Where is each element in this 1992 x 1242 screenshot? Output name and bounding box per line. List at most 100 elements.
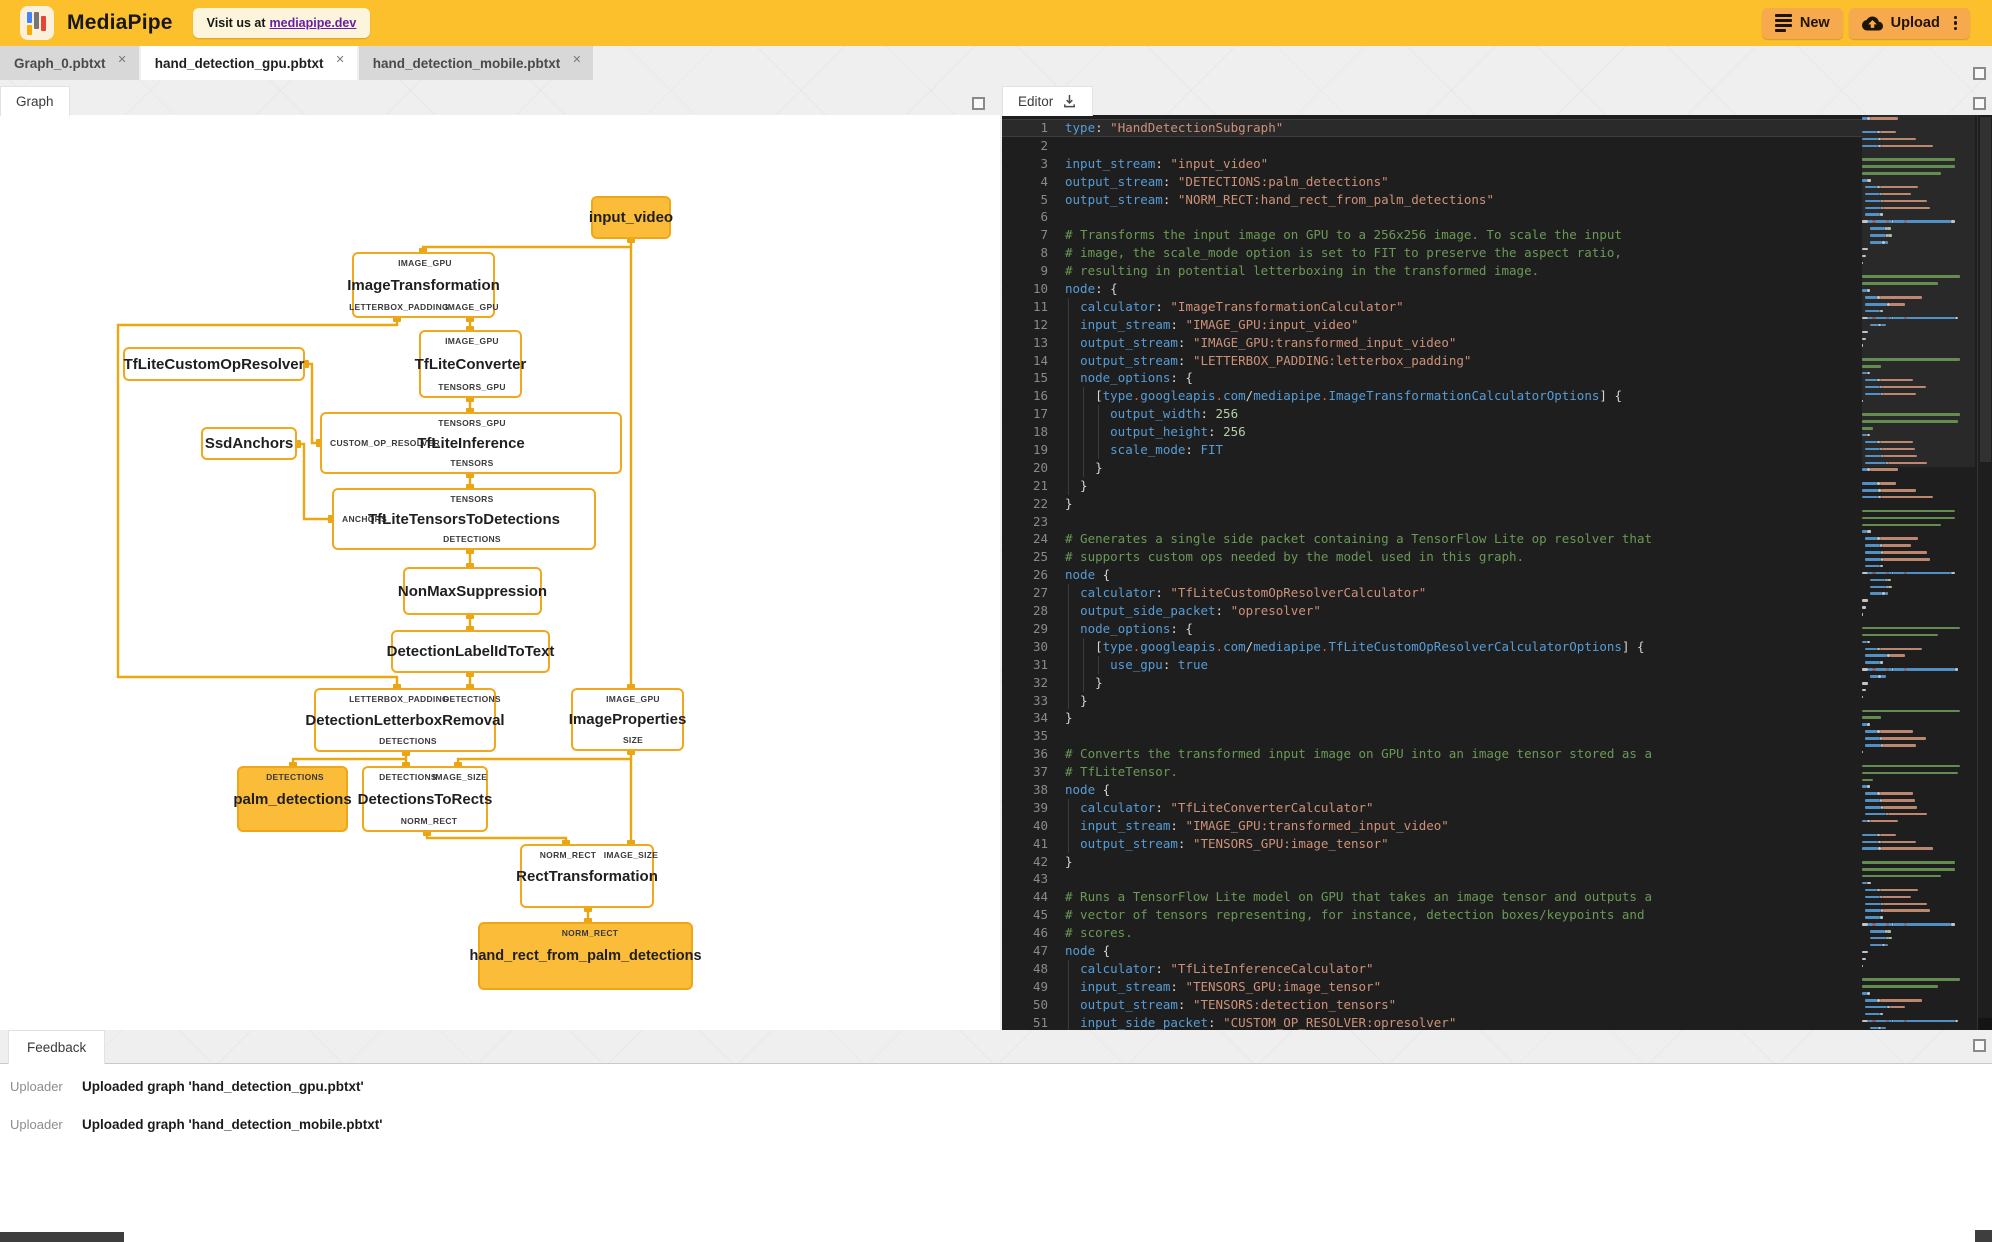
graph-node-ImageProperties[interactable]: IMAGE_GPU SIZE ImageProperties	[568, 688, 687, 751]
node-title: DetectionLabelIdToText	[386, 643, 555, 660]
line-number-gutter: 1 2 3 4 5 6 7 8 9 10 11 12 13 14 15 16 17 18 19 20 21 22 23 24 2…	[1032, 120, 1048, 1030]
code-line: output_stream: "NORM_RECT:hand_rect_from…	[1065, 191, 1494, 207]
node-title: RectTransformation	[516, 867, 658, 885]
code-line: node {	[1065, 781, 1111, 797]
cloud-upload-icon	[1861, 16, 1883, 30]
code-line: # image, the scale_mode option is set to…	[1065, 245, 1622, 261]
code-line: # Generates a single side packet contain…	[1065, 531, 1652, 547]
code-line: input_stream: "IMAGE_GPU:input_video"	[1065, 315, 1860, 334]
feedback-row: Uploader Uploaded graph 'hand_detection_m…	[10, 1117, 1992, 1132]
editor-panel-expand-icon[interactable]	[1973, 97, 1986, 110]
code-line: output_stream: "LETTERBOX_PADDING:letter…	[1065, 351, 1860, 370]
upload-button[interactable]: Upload	[1848, 7, 1970, 39]
minimap[interactable]	[1862, 115, 1975, 1030]
graph-node-ImageTransformation[interactable]: IMAGE_GPU LETTERBOX_PADDING IMAGE_GPU Image…	[347, 252, 500, 318]
code-line: # Transforms the input image on GPU to a…	[1065, 227, 1622, 243]
status-bar-fragment	[0, 1232, 124, 1242]
code-line: }	[1065, 853, 1073, 869]
code-line: type: "HandDetectionSubgraph"	[1065, 120, 1284, 135]
code-editor[interactable]: 1 2 3 4 5 6 7 8 9 10 11 12 13 14 15 16 17 18 19 20 21 22 23 24 2…	[1002, 115, 1992, 1030]
graph-node-TfLiteInference[interactable]: TENSORS_GPU TENSORS CUSTOM_OP_RESOLVER TfLi…	[320, 412, 622, 474]
app-header: MediaPipe Visit us at mediapipe.dev New …	[0, 0, 1992, 46]
code-line: }	[1065, 673, 1860, 692]
code-line: node {	[1065, 942, 1111, 958]
node-title: TfLiteCustomOpResolver	[123, 355, 305, 373]
feedback-tab-label: Feedback	[27, 1040, 87, 1055]
graph-node-TfLiteTensorsToDetections[interactable]: TENSORS DETECTIONS ANCHORS TfLiteTensorsToD…	[332, 488, 596, 550]
file-tab-label: hand_detection_mobile.pbtxt	[372, 55, 561, 71]
mediapipe-dev-link[interactable]: mediapipe.dev	[270, 16, 357, 30]
tab-editor[interactable]: Editor	[1002, 86, 1094, 116]
workspace-expand-icon[interactable]	[1973, 67, 1986, 80]
code-line: output_stream: "TENSORS:detection_tensor…	[1065, 995, 1860, 1014]
file-tab-label: Graph_0.pbtxt	[14, 55, 106, 71]
editor-tab-label: Editor	[1018, 94, 1054, 109]
graph-node-hand_rect_from_palm_detections[interactable]: NORM_RECT hand_rect_from_palm_detections	[469, 922, 702, 990]
node-title: TfLiteConverter	[414, 355, 527, 373]
graph-node-SsdAnchors[interactable]: SsdAnchors	[201, 427, 297, 460]
graph-node-input_video[interactable]: input_video	[589, 196, 673, 239]
graph-node-DetectionLetterboxRemoval[interactable]: LETTERBOX_PADDING DETECTIONS DETECTIONS Det…	[305, 688, 505, 752]
code-line: # vector of tensors representing, for in…	[1065, 907, 1645, 923]
feedback-source: Uploader	[10, 1079, 63, 1094]
code-line: calculator: "TfLiteInferenceCalculator"	[1065, 959, 1860, 978]
graph-node-palm_detections[interactable]: DETECTIONS palm_detections	[233, 766, 352, 832]
code-line: input_side_packet: "CUSTOM_OP_RESOLVER:o…	[1065, 1013, 1860, 1030]
file-tab-hand_detection_gpu.pbtxt[interactable]: hand_detection_gpu.pbtxt ✕	[140, 46, 357, 80]
code-line: # TfLiteTensor.	[1065, 764, 1178, 780]
code-line: input_stream: "input_video"	[1065, 155, 1269, 171]
graph-panel-expand-icon[interactable]	[972, 97, 985, 110]
mediapipe-visualizer: MediaPipe Visit us at mediapipe.dev New …	[0, 0, 1992, 1242]
graph-node-DetectionLabelIdToText[interactable]: DetectionLabelIdToText	[386, 630, 555, 673]
graph-node-TfLiteConverter[interactable]: IMAGE_GPU TENSORS_GPU TfLiteConverter	[414, 330, 527, 398]
file-tab-Graph_0.pbtxt[interactable]: Graph_0.pbtxt ✕	[0, 46, 139, 80]
feedback-row: Uploader Uploaded graph 'hand_detection_g…	[10, 1079, 1992, 1094]
feedback-panel-expand-icon[interactable]	[1973, 1039, 1986, 1052]
code-line: [type.googleapis.com/mediapipe.TfLiteCus…	[1065, 637, 1860, 656]
feedback-panel: Uploader Uploaded graph 'hand_detection_g…	[0, 1063, 1992, 1242]
code-area[interactable]: type: "HandDetectionSubgraph" input_strea…	[1065, 119, 1860, 1030]
graph-node-RectTransformation[interactable]: NORM_RECT IMAGE_SIZE RectTransformation	[516, 844, 658, 908]
node-title: SsdAnchors	[204, 435, 294, 452]
close-tab-icon[interactable]: ✕	[335, 53, 344, 66]
download-icon[interactable]	[1062, 94, 1077, 109]
graph-canvas[interactable]: input_video IMAGE_GPU LETTERBOX_PADDING IMA…	[0, 115, 1000, 1030]
node-title: ImageTransformation	[347, 276, 500, 294]
tab-feedback[interactable]: Feedback	[8, 1030, 106, 1064]
new-button[interactable]: New	[1761, 7, 1843, 39]
code-line: }	[1065, 458, 1860, 477]
graph-node-NonMaxSuppression[interactable]: NonMaxSuppression	[398, 567, 547, 615]
file-tab-bar: Graph_0.pbtxt ✕ hand_detection_gpu.pbtxt ✕ h…	[0, 46, 595, 80]
node-title: ImageProperties	[568, 711, 687, 728]
node-title: hand_rect_from_palm_detections	[469, 948, 702, 964]
graph-node-TfLiteCustomOpResolver[interactable]: TfLiteCustomOpResolver	[123, 347, 305, 381]
editor-scrollbar-thumb[interactable]	[1980, 117, 1991, 462]
code-line: output_height: 256	[1065, 423, 1860, 442]
tab-graph[interactable]: Graph	[0, 86, 70, 116]
close-tab-icon[interactable]: ✕	[572, 53, 581, 66]
code-line: # supports custom ops needed by the mode…	[1065, 549, 1525, 565]
feedback-message: Uploaded graph 'hand_detection_gpu.pbtxt…	[82, 1079, 364, 1094]
graph-node-DetectionsToRects[interactable]: DETECTIONS IMAGE_SIZE NORM_RECT DetectionsT…	[358, 766, 492, 832]
code-line: input_stream: "TENSORS_GPU:image_tensor"	[1065, 977, 1860, 996]
editor-scrollbar[interactable]	[1977, 115, 1992, 1030]
code-line: # Converts the transformed input image o…	[1065, 746, 1652, 762]
more-options-icon[interactable]	[1953, 15, 1957, 31]
file-tab-hand_detection_mobile.pbtxt[interactable]: hand_detection_mobile.pbtxt ✕	[358, 46, 594, 80]
node-title: palm_detections	[233, 790, 352, 808]
code-line: scale_mode: FIT	[1065, 441, 1860, 459]
code-line: use_gpu: true	[1065, 655, 1860, 674]
node-title: DetectionLetterboxRemoval	[305, 711, 505, 729]
code-line: output_width: 256	[1065, 405, 1860, 424]
close-tab-icon[interactable]: ✕	[118, 53, 127, 66]
editor-scrollbar-corner	[1978, 1018, 1992, 1030]
mediapipe-logo-icon	[20, 6, 54, 40]
upload-button-label: Upload	[1890, 15, 1940, 31]
feedback-message: Uploaded graph 'hand_detection_mobile.pb…	[82, 1117, 383, 1132]
code-line: }	[1065, 710, 1073, 726]
code-line: output_side_packet: "opresolver"	[1065, 602, 1860, 620]
